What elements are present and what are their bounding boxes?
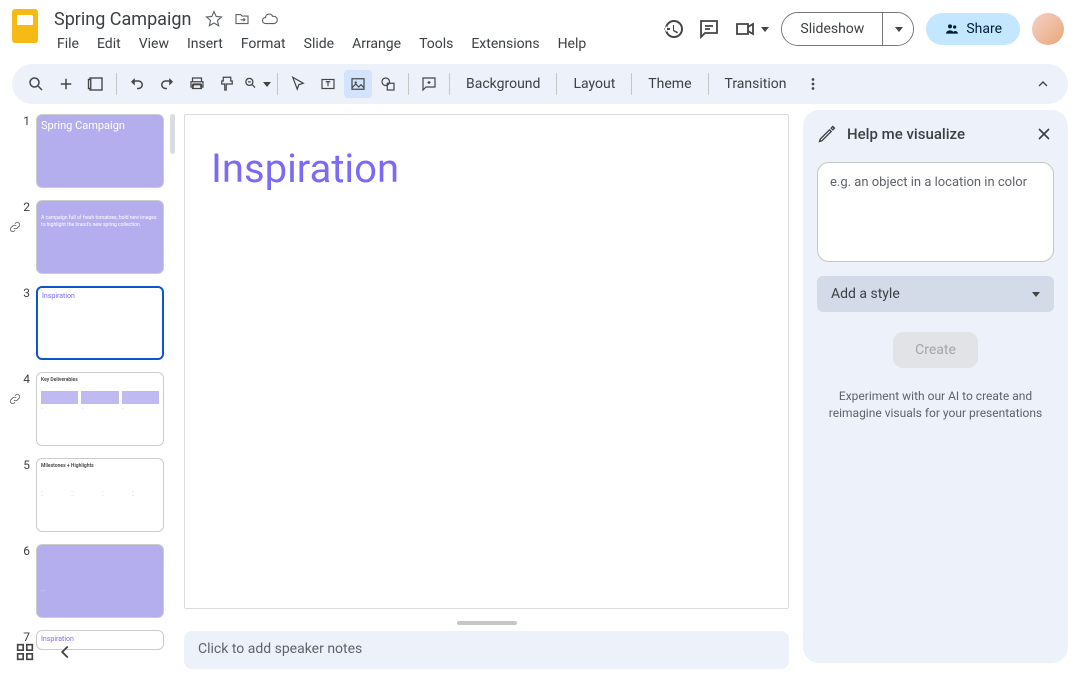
image-icon[interactable]	[344, 70, 372, 98]
zoom-dropdown[interactable]	[243, 70, 271, 98]
comment-icon[interactable]	[415, 70, 443, 98]
menu-format[interactable]: Format	[234, 32, 293, 56]
notes-resize-handle[interactable]	[457, 621, 517, 625]
print-icon[interactable]	[183, 70, 211, 98]
grid-view-icon[interactable]	[14, 641, 36, 663]
move-icon[interactable]	[233, 10, 251, 28]
cloud-icon[interactable]	[261, 10, 279, 28]
panel-title: Help me visualize	[847, 125, 1024, 143]
background-button[interactable]: Background	[456, 70, 550, 98]
theme-button[interactable]: Theme	[638, 70, 701, 98]
menu-slide[interactable]: Slide	[297, 32, 341, 56]
slide-number: 1	[10, 114, 30, 188]
slideshow-dropdown[interactable]	[883, 13, 913, 45]
style-dropdown[interactable]: Add a style	[817, 276, 1054, 312]
slide-number: 2	[10, 200, 30, 274]
transition-button[interactable]: Transition	[715, 70, 797, 98]
create-button: Create	[893, 332, 978, 368]
slide-number: 4	[10, 372, 30, 446]
comments-icon[interactable]	[697, 17, 721, 41]
visualize-panel: Help me visualize e.g. an object in a lo…	[803, 110, 1068, 663]
prompt-input[interactable]: e.g. an object in a location in color	[817, 162, 1054, 262]
slide-thumb-5[interactable]: Milestones + Highlights ················…	[36, 458, 164, 532]
menu-help[interactable]: Help	[551, 32, 594, 56]
shape-icon[interactable]	[374, 70, 402, 98]
slides-logo[interactable]	[12, 8, 40, 44]
thumb-text: A campaign full of fresh tomatoes, bold …	[41, 215, 159, 228]
slideshow-button-group: Slideshow	[781, 12, 914, 46]
link-icon	[8, 220, 22, 234]
thumb-title: Spring Campaign	[41, 119, 159, 132]
toolbar: Background Layout Theme Transition	[12, 64, 1068, 104]
menu-insert[interactable]: Insert	[180, 32, 230, 56]
close-icon[interactable]	[1034, 124, 1054, 144]
canvas-title[interactable]: Inspiration	[211, 145, 762, 192]
paint-icon[interactable]	[213, 70, 241, 98]
menu-tools[interactable]: Tools	[412, 32, 460, 56]
slide-thumb-3[interactable]: Inspiration	[36, 286, 164, 360]
menu-arrange[interactable]: Arrange	[345, 32, 408, 56]
style-label: Add a style	[831, 286, 900, 302]
textbox-icon[interactable]	[314, 70, 342, 98]
share-button[interactable]: Share	[926, 13, 1020, 45]
panel-hint: Experiment with our AI to create and rei…	[817, 388, 1054, 422]
undo-icon[interactable]	[123, 70, 151, 98]
thumb-title: Key Deliverables	[41, 377, 159, 383]
thumb-title: Milestones + Highlights	[41, 463, 159, 469]
pencil-sparkle-icon	[817, 124, 837, 144]
slide-thumb-1[interactable]: Spring Campaign	[36, 114, 164, 188]
menu-view[interactable]: View	[132, 32, 176, 56]
select-icon[interactable]	[284, 70, 312, 98]
slide-thumb-4[interactable]: Key Deliverables ·········	[36, 372, 164, 446]
slide-panel: 1 Spring Campaign 2 A campaign full of f…	[0, 104, 178, 675]
meet-dropdown[interactable]	[733, 17, 769, 41]
share-label: Share	[966, 21, 1002, 37]
redo-icon[interactable]	[153, 70, 181, 98]
slideshow-button[interactable]: Slideshow	[782, 13, 883, 45]
camera-icon	[733, 17, 757, 41]
search-icon[interactable]	[22, 70, 50, 98]
more-icon[interactable]	[799, 70, 827, 98]
people-icon	[944, 21, 960, 37]
layout-button[interactable]: Layout	[563, 70, 625, 98]
new-slide-icon[interactable]	[52, 70, 80, 98]
menu-bar: File Edit View Insert Format Slide Arran…	[50, 32, 661, 56]
avatar[interactable]	[1032, 13, 1064, 45]
doc-title[interactable]: Spring Campaign	[50, 8, 195, 31]
slide-number: 5	[10, 458, 30, 532]
menu-file[interactable]: File	[50, 32, 86, 56]
thumb-title: Inspiration	[42, 292, 158, 300]
chevron-left-icon[interactable]	[54, 641, 76, 663]
slide-number: 3	[10, 286, 30, 360]
collapse-toolbar-icon[interactable]	[1028, 69, 1058, 99]
slide-thumb-2[interactable]: A campaign full of fresh tomatoes, bold …	[36, 200, 164, 274]
panel-scrollbar[interactable]	[170, 114, 175, 154]
link-icon	[8, 392, 22, 406]
menu-extensions[interactable]: Extensions	[464, 32, 546, 56]
slide-number: 6	[10, 544, 30, 618]
slide-thumb-6[interactable]: ···	[36, 544, 164, 618]
templates-icon[interactable]	[82, 70, 110, 98]
star-icon[interactable]	[205, 10, 223, 28]
menu-edit[interactable]: Edit	[90, 32, 128, 56]
slide-canvas[interactable]: Inspiration	[184, 114, 789, 609]
speaker-notes[interactable]: Click to add speaker notes	[184, 631, 789, 669]
history-icon[interactable]	[661, 17, 685, 41]
